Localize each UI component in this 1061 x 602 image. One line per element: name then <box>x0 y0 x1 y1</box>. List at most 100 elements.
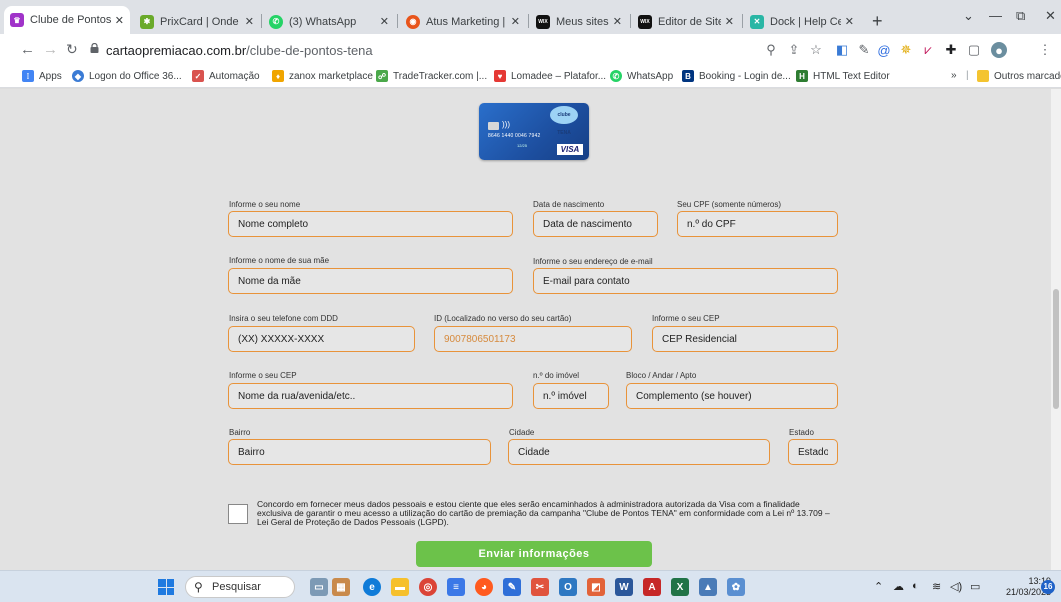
close-icon[interactable]: ✕ <box>845 15 854 28</box>
bookmark-tradetracker[interactable]: ☍ TradeTracker.com |... <box>376 70 487 82</box>
new-tab-button[interactable]: + <box>872 11 883 32</box>
tab-search-icon[interactable]: ⌄ <box>963 8 974 24</box>
reload-icon[interactable]: ↻ <box>66 41 78 58</box>
bairro-input[interactable] <box>228 439 491 465</box>
telefone-label: Insira o seu telefone com DDD <box>229 314 338 323</box>
edge-icon[interactable]: e <box>363 578 381 596</box>
bookmarks-overflow-button[interactable]: » <box>951 70 957 81</box>
tab-clube-de-pontos[interactable]: ♛ Clube de Pontos ✕ <box>4 6 130 34</box>
cidade-label: Cidade <box>509 428 535 437</box>
mae-label: Informe o nome de sua mãe <box>229 256 330 265</box>
tab-meus-sites-wix[interactable]: WIX Meus sites | Wix.c ✕ <box>530 9 628 34</box>
task-view-icon[interactable]: ▭ <box>310 578 328 596</box>
minimize-button[interactable]: — <box>989 8 1002 23</box>
snipping-tool-icon[interactable]: ✂ <box>531 578 549 596</box>
chat-icon[interactable]: ✎ <box>503 578 521 596</box>
back-arrow-icon[interactable]: ← <box>20 41 35 58</box>
close-icon[interactable]: ✕ <box>245 15 254 28</box>
profile-avatar[interactable]: ● <box>991 42 1007 58</box>
bookmark-lomadee[interactable]: ♥ Lomadee – Platafor... <box>494 70 606 82</box>
nascimento-input[interactable] <box>533 211 658 237</box>
extension-cart-icon[interactable]: ⩗ <box>920 42 936 58</box>
chrome-icon[interactable]: ◎ <box>419 578 437 596</box>
close-icon[interactable]: ✕ <box>725 15 734 28</box>
menu-kebab-icon[interactable]: ⋮ <box>1037 42 1053 58</box>
zoom-search-icon[interactable]: ⚲ <box>763 42 779 58</box>
excel-icon[interactable]: X <box>671 578 689 596</box>
close-window-button[interactable]: ✕ <box>1045 8 1056 24</box>
file-explorer-icon[interactable]: ▬ <box>391 578 409 596</box>
scrollbar-thumb[interactable] <box>1053 289 1059 409</box>
volume-icon[interactable]: ◁) <box>950 580 962 593</box>
bookmark-star-icon[interactable]: ☆ <box>808 42 824 58</box>
paint-icon[interactable]: ✿ <box>727 578 745 596</box>
onedrive-icon[interactable]: ☁ <box>893 580 904 593</box>
address-bar[interactable]: cartaopremiacao.com.br/clube-de-pontos-t… <box>88 39 808 63</box>
side-panel-icon[interactable]: ▢ <box>966 42 982 58</box>
bookmark-automacao[interactable]: ✓ Automação <box>192 70 260 82</box>
notification-badge[interactable]: 16 <box>1041 580 1055 594</box>
start-button[interactable] <box>158 579 174 595</box>
extensions-puzzle-icon[interactable]: ✚ <box>943 42 959 58</box>
tab-editor-wix[interactable]: WIX Editor de Site Wi ✕ <box>632 9 740 34</box>
submit-button[interactable]: Enviar informações <box>416 541 652 567</box>
outlook-icon[interactable]: O <box>559 578 577 596</box>
cep-input[interactable] <box>652 326 838 352</box>
page-scrollbar[interactable] <box>1051 89 1061 570</box>
bookmark-whatsapp[interactable]: ✆ WhatsApp <box>610 70 673 82</box>
tab-dock-help[interactable]: ✕ Dock | Help Cent ✕ <box>744 9 860 34</box>
bookmark-html-editor[interactable]: H HTML Text Editor <box>796 70 890 82</box>
firefox-icon[interactable]: ◕ <box>475 578 493 596</box>
numero-label: n.º do imóvel <box>533 371 580 380</box>
rua-input[interactable] <box>228 383 513 409</box>
close-icon[interactable]: ✕ <box>380 15 389 28</box>
heart-icon: ♥ <box>494 70 506 82</box>
nome-input[interactable] <box>228 211 513 237</box>
mae-input[interactable] <box>228 268 513 294</box>
extension-pen-icon[interactable]: ✎ <box>856 42 872 58</box>
consent-checkbox[interactable] <box>228 504 248 524</box>
bookmark-other[interactable]: Outros marcadores <box>977 70 1061 82</box>
image-viewer-icon[interactable]: ▲ <box>699 578 717 596</box>
notepad-icon[interactable]: ≡ <box>447 578 465 596</box>
widgets-icon[interactable]: ▦ <box>332 578 350 596</box>
tab-atus-marketing[interactable]: ◉ Atus Marketing | ✕ <box>400 9 526 34</box>
bookmark-office[interactable]: ◆ Logon do Office 36... <box>72 70 182 82</box>
estado-input[interactable] <box>788 439 838 465</box>
tab-prixcard[interactable]: ✱ PrixCard | Onde u ✕ <box>134 9 260 34</box>
complemento-input[interactable] <box>626 383 838 409</box>
close-icon[interactable]: ✕ <box>115 14 124 27</box>
numero-input[interactable] <box>533 383 609 409</box>
bookmark-zanox[interactable]: ♦ zanox marketplace <box>272 70 373 82</box>
tray-overflow-icon[interactable]: ⌃ <box>874 580 883 593</box>
email-input[interactable] <box>533 268 838 294</box>
booking-icon: B <box>682 70 694 82</box>
word-icon[interactable]: W <box>615 578 633 596</box>
battery-icon[interactable]: ▭ <box>970 580 980 593</box>
tab-whatsapp[interactable]: ✆ (3) WhatsApp ✕ <box>263 9 395 34</box>
extension-at-icon[interactable]: @ <box>876 42 892 58</box>
taskbar-search[interactable]: ⚲ Pesquisar <box>185 576 295 598</box>
close-icon[interactable]: ✕ <box>613 15 622 28</box>
bookmark-booking[interactable]: B Booking - Login de... <box>682 70 791 82</box>
complemento-label: Bloco / Andar / Apto <box>626 371 697 380</box>
share-icon[interactable]: ⇪ <box>786 42 802 58</box>
bookmark-apps[interactable]: ⁞ Apps <box>22 70 62 82</box>
nascimento-label: Data de nascimento <box>533 200 605 209</box>
pdf-icon[interactable]: A <box>643 578 661 596</box>
extension-translate-icon[interactable]: ◧ <box>834 42 850 58</box>
dock-icon: ✕ <box>750 14 764 29</box>
wifi-icon[interactable]: ≋ <box>932 580 941 593</box>
forward-arrow-icon[interactable]: → <box>43 41 58 58</box>
close-icon[interactable]: ✕ <box>511 15 520 28</box>
id-cartao-input[interactable] <box>434 326 632 352</box>
photos-icon[interactable]: ◩ <box>587 578 605 596</box>
restore-button[interactable]: ⧉ <box>1016 8 1025 24</box>
tray-app-icon[interactable]: ◐ <box>912 580 919 592</box>
cpf-input[interactable] <box>677 211 838 237</box>
extension-gear-icon[interactable]: ✵ <box>898 42 914 58</box>
cidade-input[interactable] <box>508 439 770 465</box>
telefone-input[interactable] <box>228 326 415 352</box>
lock-icon <box>90 43 99 53</box>
bairro-label: Bairro <box>229 428 251 437</box>
